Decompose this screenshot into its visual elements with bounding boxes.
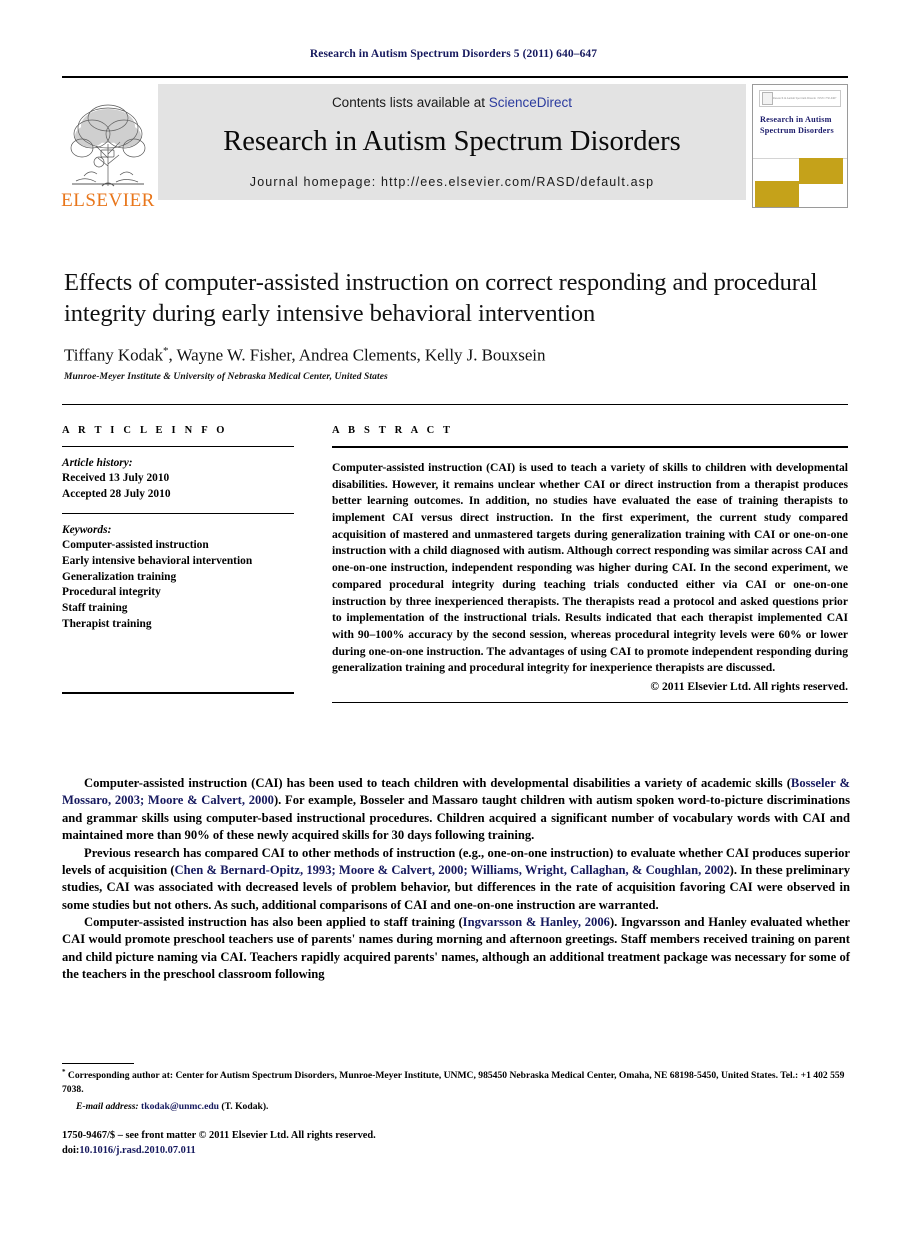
abstract-rule-top bbox=[332, 446, 848, 448]
colophon-block: 1750-9467/$ – see front matter © 2011 El… bbox=[62, 1128, 662, 1158]
body-paragraph-3: Computer-assisted instruction has also b… bbox=[62, 914, 850, 984]
body-text: Computer-assisted instruction (CAI) has … bbox=[62, 775, 850, 984]
info-abstract-top-rule bbox=[62, 404, 848, 405]
footnote-text: Corresponding author at: Center for Auti… bbox=[62, 1070, 845, 1095]
elsevier-tree-icon bbox=[68, 98, 148, 190]
cover-masthead-mini: Research in Autism Spectrum Disorders bbox=[773, 97, 816, 100]
front-matter-line: 1750-9467/$ – see front matter © 2011 El… bbox=[62, 1130, 376, 1141]
body-paragraph-1: Computer-assisted instruction (CAI) has … bbox=[62, 775, 850, 845]
article-info-rule-bottom bbox=[62, 692, 294, 695]
keywords-label: Keywords: bbox=[62, 523, 112, 536]
running-head: Research in Autism Spectrum Disorders 5 … bbox=[309, 48, 598, 60]
journal-masthead: ELSEVIER Contents lists available at Sci… bbox=[61, 76, 848, 212]
abstract-copyright: © 2011 Elsevier Ltd. All rights reserved… bbox=[650, 679, 848, 693]
email-link[interactable]: tkodak@unmc.edu bbox=[141, 1101, 219, 1112]
sciencedirect-link[interactable]: ScienceDirect bbox=[489, 95, 572, 110]
journal-homepage: Journal homepage: http://ees.elsevier.co… bbox=[249, 175, 655, 189]
citation-link[interactable]: Ingvarsson & Hanley, 2006 bbox=[463, 915, 610, 929]
cover-issn-mini: ISSN 1750-9467 bbox=[817, 97, 837, 100]
elsevier-logo: ELSEVIER bbox=[61, 84, 155, 212]
cover-accent-square-top bbox=[799, 158, 843, 184]
email-address-label: E-mail address: bbox=[76, 1101, 139, 1113]
keyword-item: Computer-assisted instruction bbox=[62, 539, 209, 552]
journal-title: Research in Autism Spectrum Disorders bbox=[223, 126, 681, 158]
cover-logo-square-icon bbox=[762, 92, 773, 105]
doi-line: doi:10.1016/j.rasd.2010.07.011 bbox=[62, 1143, 662, 1158]
body-paragraph-2: Previous research has compared CAI to ot… bbox=[62, 845, 850, 915]
cover-accent-square-bottom bbox=[755, 181, 799, 207]
abstract-rule-bottom bbox=[332, 701, 848, 703]
keyword-item: Early intensive behavioral intervention bbox=[62, 555, 253, 568]
doi-link[interactable]: 10.1016/j.rasd.2010.07.011 bbox=[79, 1145, 195, 1156]
paper-page: Research in Autism Spectrum Disorders 5 … bbox=[0, 0, 907, 1238]
abstract-text: Computer-assisted instruction (CAI) is u… bbox=[332, 461, 848, 675]
author-list-rest: , Wayne W. Fisher, Andrea Clements, Kell… bbox=[168, 345, 546, 365]
abstract-heading: A B S T R A C T bbox=[332, 425, 454, 436]
email-suffix: (T. Kodak). bbox=[221, 1101, 269, 1113]
article-history-group: Article history: Received 13 July 2010 A… bbox=[62, 456, 294, 502]
keywords-group: Keywords: Computer-assisted instruction … bbox=[62, 523, 294, 632]
keyword-item: Staff training bbox=[62, 601, 128, 614]
contents-available-line: Contents lists available at ScienceDirec… bbox=[332, 95, 572, 110]
elsevier-wordmark: ELSEVIER bbox=[61, 190, 155, 211]
journal-cover-thumbnail: Research in Autism Spectrum Disorders IS… bbox=[752, 84, 848, 208]
footnote-block: * Corresponding author at: Center for Au… bbox=[62, 1068, 850, 1114]
article-history-accepted: Accepted 28 July 2010 bbox=[62, 487, 171, 500]
article-history-received: Received 13 July 2010 bbox=[62, 472, 170, 485]
article-info-rule-top bbox=[62, 446, 294, 447]
article-info-rule-mid bbox=[62, 512, 294, 514]
keyword-item: Generalization training bbox=[62, 570, 177, 583]
paragraph-3-part-a: Computer-assisted instruction has also b… bbox=[84, 915, 463, 929]
article-info-column: A R T I C L E I N F O Article history: R… bbox=[62, 425, 294, 695]
author-list: Tiffany Kodak*, Wayne W. Fisher, Andrea … bbox=[64, 345, 850, 366]
article-info-heading: A R T I C L E I N F O bbox=[62, 425, 228, 436]
journal-contents-box: Contents lists available at ScienceDirec… bbox=[158, 84, 746, 200]
article-history-label: Article history: bbox=[62, 457, 133, 469]
author-corresponding: Tiffany Kodak bbox=[64, 345, 163, 365]
citation-link[interactable]: Chen & Bernard-Opitz, 1993; Moore & Calv… bbox=[175, 863, 730, 877]
contents-prefix-text: Contents lists available at bbox=[331, 95, 489, 110]
keyword-item: Procedural integrity bbox=[62, 586, 161, 599]
paragraph-1-part-a: Computer-assisted instruction (CAI) has … bbox=[84, 776, 791, 790]
abstract-column: A B S T R A C T Computer-assisted instru… bbox=[332, 425, 848, 703]
email-line: E-mail address: tkodak@unmc.edu (T. Koda… bbox=[62, 1100, 850, 1114]
footnote-divider bbox=[62, 1063, 134, 1064]
keyword-item: Therapist training bbox=[62, 617, 152, 630]
page-title: Effects of computer-assisted instruction… bbox=[64, 269, 818, 327]
doi-label: doi: bbox=[62, 1145, 80, 1157]
corresponding-author-note: * Corresponding author at: Center for Au… bbox=[62, 1068, 850, 1096]
footnote-marker: * bbox=[62, 1068, 66, 1076]
title-block: Effects of computer-assisted instruction… bbox=[64, 268, 850, 382]
author-affiliation: Munroe-Meyer Institute & University of N… bbox=[64, 372, 388, 383]
cover-topbar: Research in Autism Spectrum Disorders IS… bbox=[759, 90, 841, 107]
cover-journal-title: Research in Autism Spectrum Disorders bbox=[760, 115, 834, 135]
